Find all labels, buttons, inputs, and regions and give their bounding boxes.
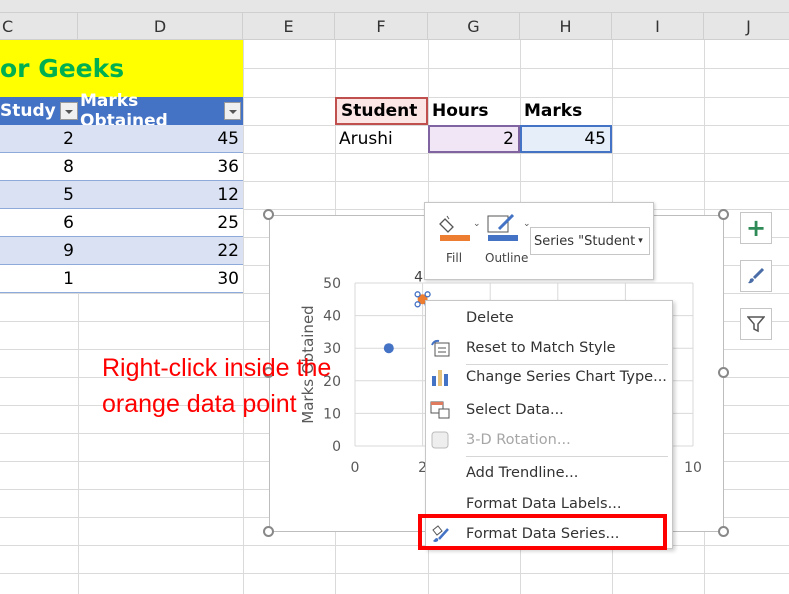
cell-hours-value[interactable]: 2 xyxy=(428,125,520,153)
menu-separator xyxy=(466,456,668,457)
selection-handle xyxy=(424,291,431,298)
cell-marks[interactable]: 25 xyxy=(78,209,243,237)
column-header-i[interactable]: I xyxy=(612,13,704,40)
resize-handle[interactable] xyxy=(718,209,729,220)
column-header-f[interactable]: F xyxy=(335,13,428,40)
top-bar xyxy=(0,0,789,13)
annotation-line: Right-click inside the xyxy=(102,354,332,382)
y-tick-label: 0 xyxy=(332,439,341,455)
column-header-j[interactable]: J xyxy=(704,13,789,40)
filter-icon xyxy=(747,316,765,333)
menu-item-label: Change Series Chart Type... xyxy=(466,369,667,385)
column-header-d[interactable]: D xyxy=(78,13,243,40)
mini-toolbar: ⌄ Fill ⌄ Outline Series "Student ▾ xyxy=(424,202,654,280)
menu-item-reset-to-match-style[interactable]: Reset to Match Style xyxy=(426,333,673,363)
cell-student-header[interactable]: Student xyxy=(335,97,428,125)
menu-item-label: Format Data Labels... xyxy=(466,496,622,512)
outline-label: Outline xyxy=(485,251,529,265)
column-header-g[interactable]: G xyxy=(428,13,520,40)
menu-item-delete[interactable]: Delete xyxy=(426,303,673,333)
title-cell[interactable]: or Geeks xyxy=(0,40,243,97)
cell-marks[interactable]: 22 xyxy=(78,237,243,265)
menu-item-select-data[interactable]: Select Data... xyxy=(426,395,673,425)
outline-button[interactable]: ⌄ Outline xyxy=(485,213,533,275)
cell-hours-header[interactable]: Hours xyxy=(428,97,520,125)
selection-handle xyxy=(414,291,421,298)
cell-marks[interactable]: 12 xyxy=(78,181,243,209)
y-tick-label: 40 xyxy=(323,309,341,325)
chart-type-icon xyxy=(432,370,448,386)
select-data-icon xyxy=(430,401,450,419)
context-menu: Delete Reset to Match Style Change Series … xyxy=(425,300,673,549)
plus-icon: + xyxy=(745,214,767,242)
filter-dropdown-icon[interactable] xyxy=(224,102,241,120)
resize-handle[interactable] xyxy=(718,367,729,378)
menu-separator xyxy=(466,364,668,365)
pen-outline-icon xyxy=(487,213,515,233)
menu-item-label: Select Data... xyxy=(466,402,564,418)
outline-color-swatch xyxy=(488,235,518,241)
x-tick-label: 10 xyxy=(684,460,702,476)
chevron-down-icon: ⌄ xyxy=(473,219,481,229)
highlight-box xyxy=(418,514,667,550)
fill-color-swatch xyxy=(440,235,470,241)
menu-item-label: Add Trendline... xyxy=(466,465,579,481)
column-header-c[interactable]: C xyxy=(0,13,78,40)
chart-filter-button[interactable] xyxy=(740,308,772,340)
cell-study[interactable]: 2 xyxy=(0,125,78,153)
cell-study[interactable]: 5 xyxy=(0,181,78,209)
header-marks[interactable]: Marks Obtained xyxy=(78,91,243,131)
3d-rotation-icon xyxy=(431,431,449,449)
column-header-h[interactable]: H xyxy=(520,13,612,40)
menu-item-label: Reset to Match Style xyxy=(466,340,616,356)
cell-marks[interactable]: 36 xyxy=(78,153,243,181)
header-study-label: Study xyxy=(0,101,56,121)
cell-student-value[interactable]: Arushi xyxy=(335,125,428,153)
cell-marks-header[interactable]: Marks xyxy=(520,97,612,125)
menu-item-add-trendline[interactable]: Add Trendline... xyxy=(426,458,673,488)
dropdown-arrow-icon: ▾ xyxy=(638,236,643,246)
fill-button[interactable]: ⌄ Fill xyxy=(437,213,482,275)
cell-marks-value[interactable]: 45 xyxy=(520,125,612,153)
menu-item-label: Delete xyxy=(466,310,514,326)
x-tick-label: 0 xyxy=(351,460,360,476)
cell-study[interactable]: 6 xyxy=(0,209,78,237)
data-label: 4 xyxy=(414,269,423,285)
annotation-line: orange data point xyxy=(102,390,297,418)
data-point[interactable] xyxy=(383,343,394,354)
series-select-value: Series "Student xyxy=(534,233,636,249)
chart-elements-button[interactable]: + xyxy=(740,212,772,244)
header-study[interactable]: Study xyxy=(0,97,78,125)
annotation-text: Right-click inside the orange data point xyxy=(102,350,331,422)
fill-label: Fill xyxy=(446,251,463,265)
paint-bucket-icon xyxy=(439,215,454,233)
y-tick-label: 50 xyxy=(323,276,341,292)
resize-handle[interactable] xyxy=(263,209,274,220)
menu-item-label: 3-D Rotation... xyxy=(466,432,571,448)
series-select[interactable]: Series "Student ▾ xyxy=(530,227,650,255)
filter-dropdown-icon[interactable] xyxy=(59,102,78,120)
chart-styles-button[interactable] xyxy=(740,260,772,292)
reset-style-icon xyxy=(431,339,450,357)
column-header-e[interactable]: E xyxy=(243,13,335,40)
cell-study[interactable]: 8 xyxy=(0,153,78,181)
cell-marks[interactable]: 30 xyxy=(78,265,243,293)
menu-item-change-series-chart-type[interactable]: Change Series Chart Type... xyxy=(426,362,673,392)
resize-handle[interactable] xyxy=(263,526,274,537)
cell-study[interactable]: 1 xyxy=(0,265,78,293)
selection-handle xyxy=(414,301,421,308)
menu-item-3-d-rotation: 3-D Rotation... xyxy=(426,425,673,455)
resize-handle[interactable] xyxy=(718,526,729,537)
cell-study[interactable]: 9 xyxy=(0,237,78,265)
brush-icon xyxy=(748,267,765,284)
cell-marks[interactable]: 45 xyxy=(78,125,243,153)
